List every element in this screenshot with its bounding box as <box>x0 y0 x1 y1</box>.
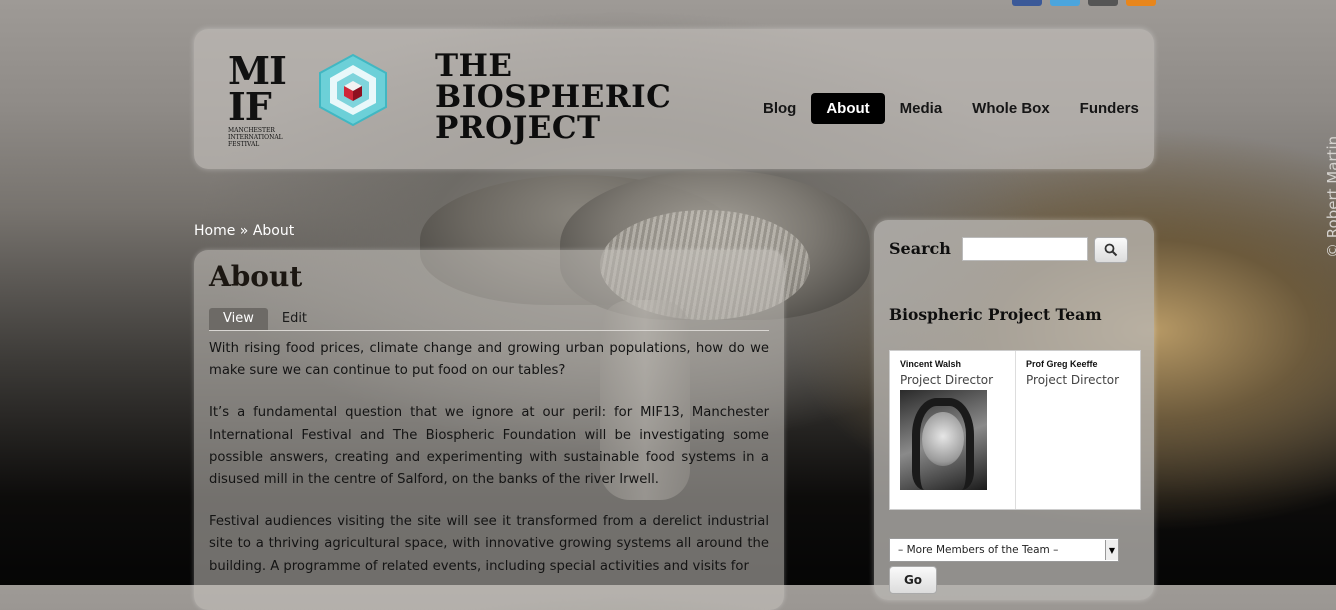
team-table: Vincent Walsh Project Director Prof Greg… <box>889 350 1141 510</box>
twitter-icon[interactable] <box>1050 0 1080 6</box>
member-name[interactable]: Prof Greg Keeffe <box>1026 359 1130 369</box>
breadcrumb-separator: » <box>235 223 253 239</box>
team-title: Biospheric Project Team <box>889 305 1102 324</box>
google-icon[interactable] <box>1088 0 1118 6</box>
nav-funders[interactable]: Funders <box>1065 93 1154 124</box>
breadcrumb-home[interactable]: Home <box>194 223 235 239</box>
biospheric-cube-logo[interactable] <box>316 53 390 127</box>
site-title[interactable]: THE BIOSPHERIC PROJECT <box>435 51 671 144</box>
nav-media[interactable]: Media <box>885 93 958 124</box>
go-button[interactable]: Go <box>889 566 937 594</box>
mif-logo-letters: MI IF <box>228 48 287 129</box>
nav-whole-box[interactable]: Whole Box <box>957 93 1065 124</box>
team-select[interactable]: – More Members of the Team – ▼ <box>889 538 1119 562</box>
photo-credit: © Robert Martin <box>1324 98 1336 268</box>
paragraph: Festival audiences visiting the site wil… <box>209 514 769 574</box>
search-label: Search <box>889 239 951 258</box>
member-role: Project Director <box>900 373 994 387</box>
team-member: Vincent Walsh Project Director <box>890 351 1015 509</box>
article-body: With rising food prices, climate change … <box>209 338 769 598</box>
paragraph: With rising food prices, climate change … <box>209 341 769 379</box>
nav-about[interactable]: About <box>811 93 885 124</box>
tab-edit[interactable]: Edit <box>268 308 321 330</box>
facebook-icon[interactable] <box>1012 0 1042 6</box>
breadcrumb-current: About <box>252 223 295 239</box>
search-input[interactable] <box>962 237 1088 261</box>
rss-icon[interactable] <box>1126 0 1156 6</box>
avatar-face <box>922 412 964 466</box>
mif-logo-caption: MANCHESTER INTERNATIONAL FESTIVAL <box>228 127 283 148</box>
avatar[interactable] <box>900 390 987 490</box>
nav-blog[interactable]: Blog <box>748 93 811 124</box>
site-header: MI IF MANCHESTER INTERNATIONAL FESTIVAL … <box>194 29 1154 169</box>
paragraph: It’s a fundamental question that we igno… <box>209 405 769 488</box>
main-content: About View Edit With rising food prices,… <box>194 250 784 610</box>
breadcrumb: Home » About <box>194 223 294 239</box>
content-tabs: View Edit <box>209 308 769 331</box>
member-name[interactable]: Vincent Walsh <box>900 359 1005 369</box>
team-member: Prof Greg Keeffe Project Director <box>1015 351 1140 509</box>
mif-logo[interactable]: MI IF MANCHESTER INTERNATIONAL FESTIVAL <box>228 48 294 149</box>
tab-view[interactable]: View <box>209 308 268 330</box>
photo-credit-text: © Robert Martin <box>1324 135 1336 258</box>
search-icon <box>1104 243 1118 257</box>
social-links <box>1012 0 1156 6</box>
page-title: About <box>209 260 303 293</box>
main-nav: Blog About Media Whole Box Funders <box>748 93 1154 124</box>
chevron-down-icon: ▼ <box>1105 540 1118 560</box>
sidebar: Search Biospheric Project Team Vincent W… <box>874 220 1154 600</box>
member-role: Project Director <box>1026 373 1120 387</box>
team-select-value: – More Members of the Team – <box>898 544 1059 556</box>
search-button[interactable] <box>1094 237 1128 263</box>
